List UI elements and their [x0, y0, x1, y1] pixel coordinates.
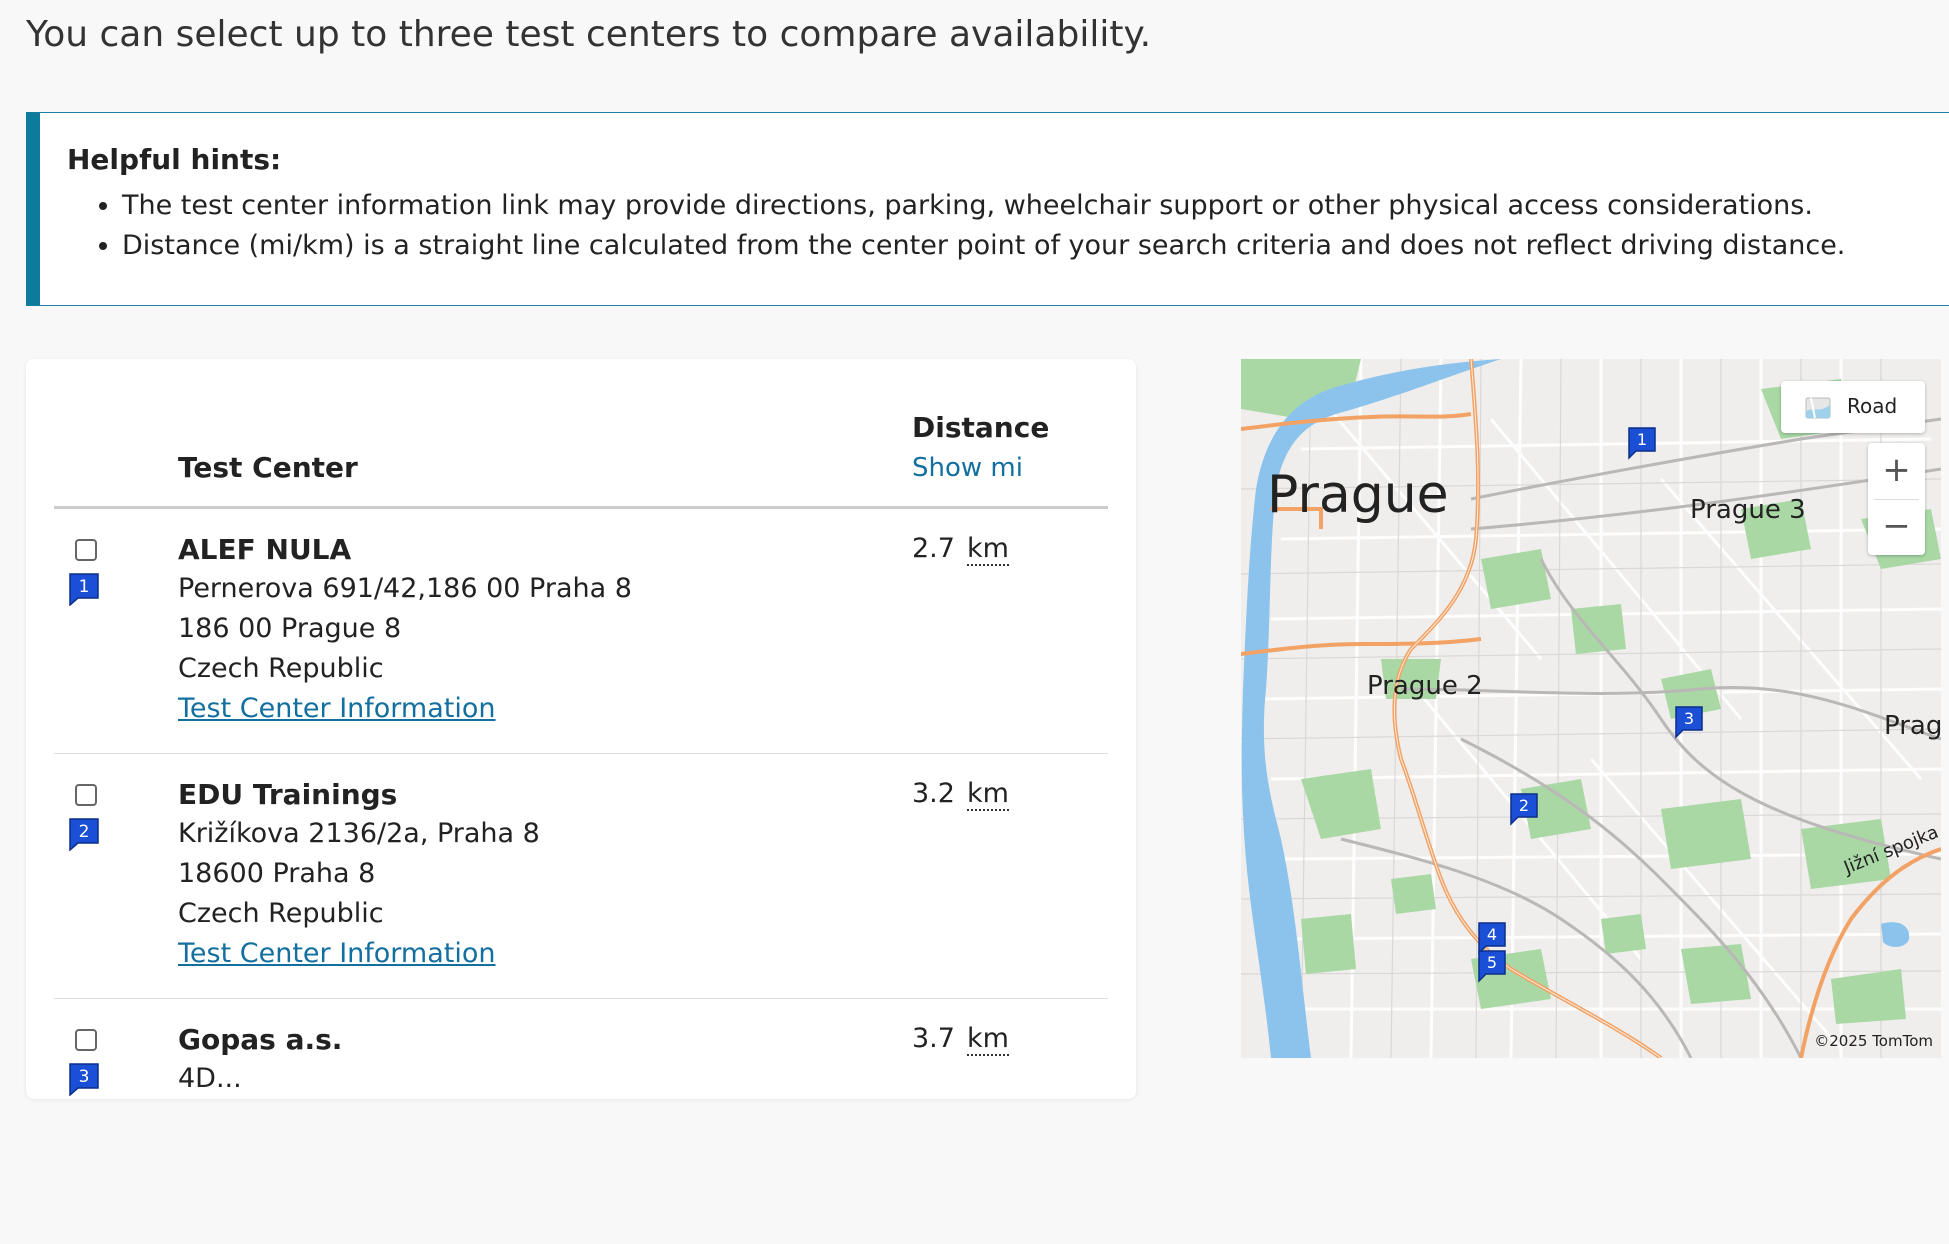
map-pin-icon[interactable]: 5 — [1477, 949, 1507, 983]
test-center-name: EDU Trainings — [178, 778, 398, 811]
page-intro: You can select up to three test centers … — [26, 14, 1152, 55]
map-label-district: Prague 2 — [1367, 671, 1483, 701]
map-pin-icon[interactable]: 3 — [1674, 705, 1704, 739]
map-marker-icon: 3 — [69, 1063, 99, 1096]
test-center-name: Gopas a.s. — [178, 1023, 343, 1056]
distance-number: 3.7 — [912, 1023, 955, 1054]
test-center-name: ALEF NULA — [178, 533, 352, 566]
distance-unit: km — [966, 778, 1009, 811]
pin-number: 5 — [1487, 953, 1497, 972]
map-pin-icon[interactable]: 2 — [1509, 792, 1539, 826]
distance-value: 3.7 km — [912, 1023, 1009, 1056]
marker-number: 3 — [79, 1067, 90, 1087]
marker-number: 1 — [79, 577, 90, 597]
hints-title: Helpful hints: — [67, 143, 282, 176]
test-center-table: Test Center Distance Show mi 1 ALEF NULA… — [26, 359, 1136, 1099]
map-marker-icon: 1 — [69, 573, 99, 606]
hint-item: The test center information link may pro… — [122, 186, 1845, 226]
column-header-test-center: Test Center — [178, 451, 358, 484]
pin-number: 1 — [1637, 430, 1647, 449]
distance-unit: km — [966, 533, 1009, 566]
map-marker-icon: 2 — [69, 818, 99, 851]
address-line: Czech Republic — [178, 653, 384, 684]
table-row: 2 EDU Trainings Križíkova 2136/2a, Praha… — [54, 754, 1108, 999]
address-line: Czech Republic — [178, 898, 384, 929]
map-style-label: Road — [1847, 394, 1898, 418]
map-label-city: Prague — [1267, 465, 1449, 525]
helpful-hints-box: Helpful hints: The test center informati… — [26, 112, 1949, 306]
zoom-in-button[interactable]: + — [1868, 443, 1925, 499]
table-row: 3 Gopas a.s. 4D... 3.7 km — [54, 999, 1108, 1244]
address-line: Pernerova 691/42,186 00 Praha 8 — [178, 573, 632, 604]
map-label-district: Prague 3 — [1690, 495, 1806, 525]
zoom-out-button[interactable]: − — [1868, 499, 1925, 555]
address-line: 18600 Praha 8 — [178, 858, 376, 889]
distance-number: 3.2 — [912, 778, 955, 809]
pin-number: 4 — [1487, 925, 1497, 944]
show-miles-link[interactable]: Show mi — [912, 453, 1023, 483]
select-checkbox[interactable] — [75, 539, 97, 561]
map[interactable]: Prague Prague 3 Prague 2 Pragu Jižní spo… — [1241, 359, 1941, 1058]
hints-list: The test center information link may pro… — [82, 186, 1845, 266]
map-style-road-button[interactable]: Road — [1781, 381, 1925, 433]
address-line: 186 00 Prague 8 — [178, 613, 402, 644]
test-center-info-link[interactable]: Test Center Information — [178, 693, 496, 724]
distance-value: 3.2 km — [912, 778, 1009, 811]
distance-value: 2.7 km — [912, 533, 1009, 566]
marker-number: 2 — [79, 822, 90, 842]
column-header-distance: Distance — [912, 411, 1050, 444]
table-row: 1 ALEF NULA Pernerova 691/42,186 00 Prah… — [54, 509, 1108, 754]
map-base — [1241, 359, 1941, 1058]
map-copyright: ©2025 TomTom — [1814, 1032, 1933, 1050]
select-checkbox[interactable] — [75, 784, 97, 806]
table-header: Test Center Distance Show mi — [54, 359, 1108, 509]
map-style-icon — [1805, 397, 1831, 419]
address-line: 4D... — [178, 1063, 242, 1094]
map-pin-icon[interactable]: 1 — [1627, 426, 1657, 460]
distance-number: 2.7 — [912, 533, 955, 564]
test-center-info-link[interactable]: Test Center Information — [178, 938, 496, 969]
map-zoom-controls: + − — [1868, 443, 1925, 555]
pin-number: 3 — [1684, 709, 1694, 728]
hint-item: Distance (mi/km) is a straight line calc… — [122, 226, 1845, 266]
address-line: Križíkova 2136/2a, Praha 8 — [178, 818, 540, 849]
distance-unit: km — [966, 1023, 1009, 1056]
map-label-district: Pragu — [1884, 711, 1941, 741]
pin-number: 2 — [1519, 796, 1529, 815]
select-checkbox[interactable] — [75, 1029, 97, 1051]
